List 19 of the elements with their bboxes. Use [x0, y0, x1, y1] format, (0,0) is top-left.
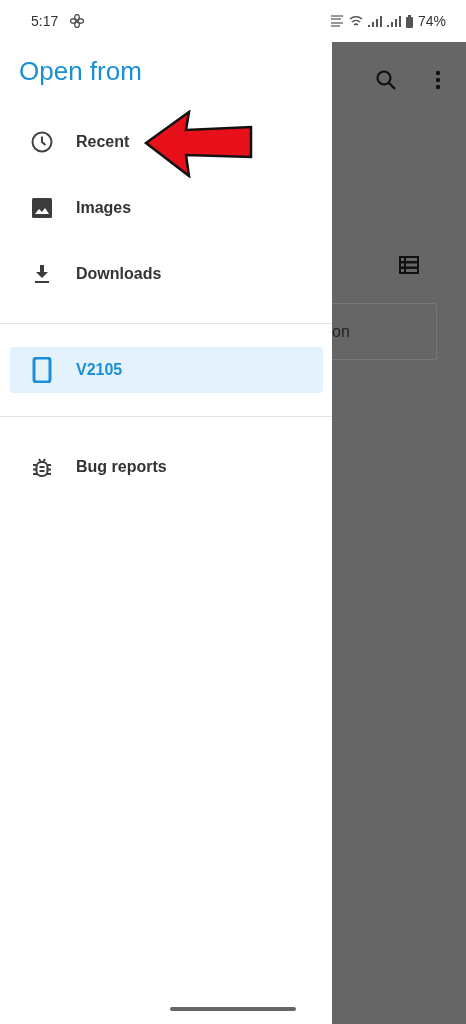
drawer-item[interactable]: Recent: [0, 109, 332, 175]
battery-icon: [405, 14, 413, 28]
clock-time: 5:17: [31, 13, 59, 29]
card-text: on: [332, 322, 350, 341]
phone-icon: [32, 357, 52, 383]
signal-icon: [386, 15, 401, 27]
battery-percent: 74%: [417, 13, 446, 29]
search-icon[interactable]: [375, 69, 397, 91]
clock-icon: [30, 129, 54, 155]
signal-icon: [367, 15, 382, 27]
wifi-icon: [348, 15, 363, 27]
drawer-title: Open from: [18, 55, 143, 88]
more-options-icon[interactable]: [435, 70, 441, 90]
list-view-icon[interactable]: [399, 256, 419, 274]
image-icon: [30, 196, 54, 220]
drawer-item[interactable]: Downloads: [0, 241, 332, 307]
drawer-item[interactable]: Bug reports: [0, 434, 332, 500]
drawer-item[interactable]: Images: [0, 175, 332, 241]
fan-icon: [70, 14, 85, 28]
